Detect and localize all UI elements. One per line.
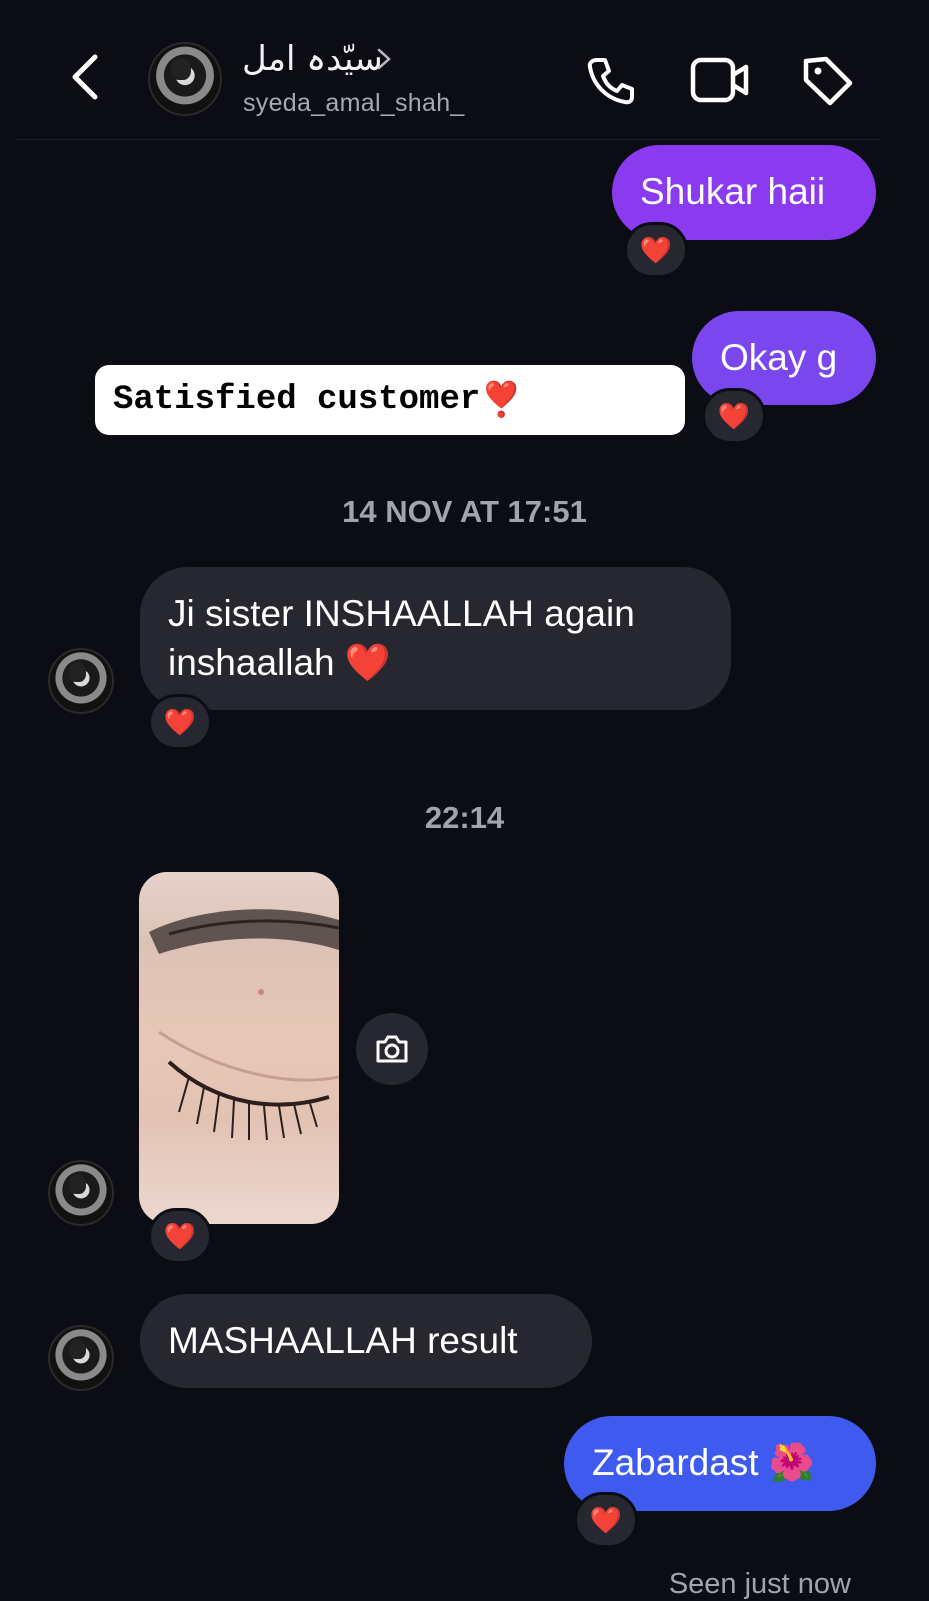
back-icon[interactable]: [65, 52, 105, 102]
timestamp-divider: 22:14: [424, 800, 505, 835]
video-camera-icon[interactable]: [690, 55, 750, 105]
camera-icon: [376, 1035, 408, 1063]
reaction-emoji: ❤️: [163, 706, 197, 737]
heart-reaction-icon[interactable]: ❤️: [702, 388, 766, 444]
message-bubble-incoming[interactable]: Ji sister INSHAALLAH again inshaallah ❤️: [140, 567, 731, 710]
heart-reaction-icon[interactable]: ❤️: [624, 222, 688, 278]
timestamp-divider: 14 NOV AT 17:51: [342, 494, 587, 529]
photo-message[interactable]: [139, 872, 339, 1224]
sticker-text: Satisfied customer: [113, 381, 481, 419]
avatar[interactable]: [48, 1325, 114, 1391]
contact-name[interactable]: سیّدہ امل: [242, 38, 383, 79]
message-bubble-incoming[interactable]: MASHAALLAH result: [140, 1294, 592, 1388]
message-text: Shukar haii: [640, 171, 826, 213]
avatar[interactable]: [148, 42, 222, 116]
heart-reaction-icon[interactable]: ❤️: [148, 1208, 212, 1264]
header-divider: [15, 139, 879, 140]
avatar[interactable]: [48, 648, 114, 714]
chevron-right-icon[interactable]: [375, 44, 393, 74]
reaction-emoji: ❤️: [163, 1220, 197, 1251]
message-text: Okay g: [720, 336, 838, 378]
tag-icon[interactable]: [800, 53, 855, 108]
heart-reaction-icon[interactable]: ❤️: [574, 1492, 638, 1548]
camera-button[interactable]: [356, 1013, 428, 1085]
message-text: MASHAALLAH result: [168, 1319, 518, 1361]
chat-header: سیّدہ امل syeda_amal_shah_: [0, 0, 929, 140]
eye-photo: [149, 909, 339, 1141]
heart-reaction-icon[interactable]: ❤️: [148, 694, 212, 750]
reaction-emoji: ❤️: [589, 1504, 623, 1535]
reaction-emoji: ❤️: [717, 400, 751, 431]
message-text-line-2: inshaallah ❤️: [168, 641, 391, 683]
phone-icon[interactable]: [585, 55, 637, 107]
heart-exclamation-icon: ❣️: [480, 380, 523, 420]
message-text: Zabardast 🌺: [592, 1442, 815, 1484]
reaction-emoji: ❤️: [639, 234, 673, 265]
message-text-line-1: Ji sister INSHAALLAH again: [168, 593, 635, 635]
seen-status: Seen just now: [668, 1568, 851, 1600]
satisfied-customer-sticker: Satisfied customer ❣️: [95, 365, 685, 435]
contact-username[interactable]: syeda_amal_shah_: [243, 89, 465, 118]
avatar[interactable]: [48, 1160, 114, 1226]
